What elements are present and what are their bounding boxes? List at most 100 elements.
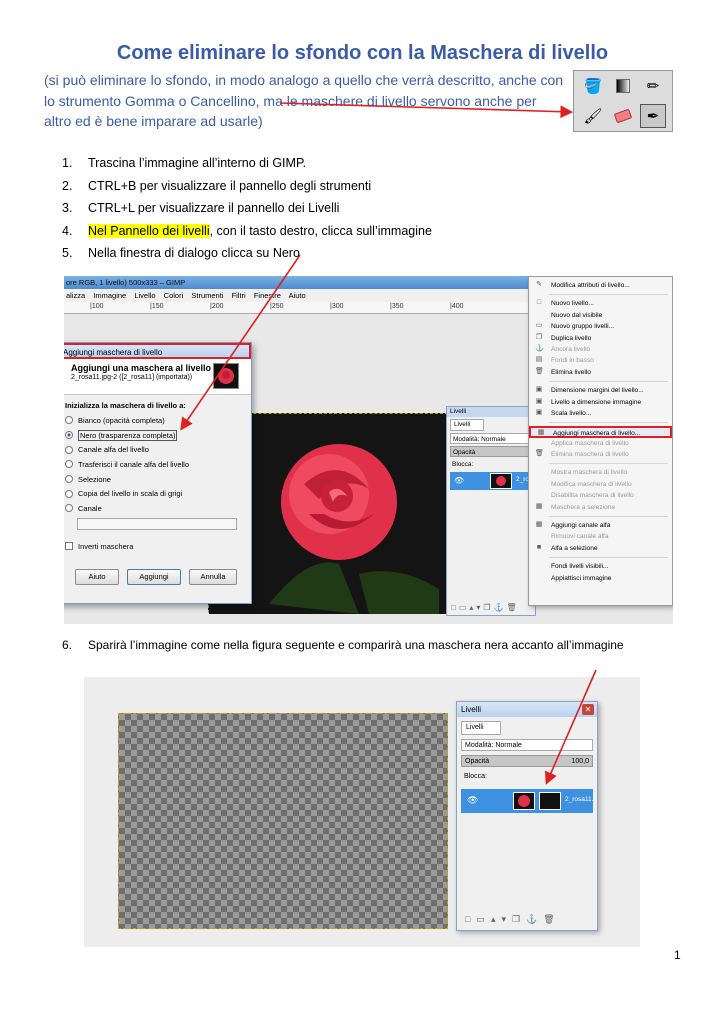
layers-panel-title: Livelli [447, 407, 535, 417]
layer-mask-thumbnail[interactable] [539, 792, 561, 810]
step-item: 2. CTRL+B per visualizzare il pannello de… [62, 175, 662, 198]
menu-item[interactable]: ▭ Nuovo gruppo livelli... [529, 321, 672, 332]
menu-separator [549, 378, 668, 383]
step-number: 6. [62, 638, 73, 652]
radio-channel[interactable]: Canale [65, 501, 251, 516]
menu-item[interactable]: 🗑 Elimina maschera di livello [529, 449, 672, 460]
menu-item[interactable]: ▣ Scala livello... [529, 408, 672, 419]
menu-item-icon: ▦ [535, 502, 543, 510]
ruler-tick: |150 [150, 303, 164, 310]
menu-item[interactable]: Livello [134, 291, 155, 300]
opacity-slider[interactable]: Opacità [450, 446, 532, 457]
layer-row[interactable]: 👁 2_rosa11. [461, 789, 593, 813]
menu-item-icon: ▭ [535, 322, 543, 330]
menu-item-add-layer-mask[interactable]: ▦ Aggiungi maschera di livello... [529, 426, 672, 438]
opacity-slider[interactable]: Opacità 100,0 [461, 755, 593, 767]
menu-item[interactable]: Mostra maschera di livello [529, 467, 672, 478]
menu-item-icon: ▣ [535, 408, 543, 416]
menu-item-label: Disabilita maschera di livello [551, 492, 634, 500]
step-item: 5. Nella finestra di dialogo clicca su Ne… [62, 242, 662, 265]
menu-item-label: Nuovo gruppo livelli... [551, 323, 615, 331]
radio-black[interactable]: Nero (trasparenza completa) [65, 428, 251, 443]
menu-item[interactable]: Rimuovi canale alfa [529, 531, 672, 542]
menu-item-label: Nuovo livello... [551, 300, 594, 308]
channel-select[interactable] [77, 517, 237, 530]
eye-icon[interactable]: 👁 [454, 476, 464, 485]
menu-item[interactable]: ⚓ Ancora livello [529, 344, 672, 355]
gimp-menubar: alizza Immagine Livello Colori Strumenti… [64, 289, 534, 302]
mode-select[interactable]: Modalità: Normale [450, 433, 532, 444]
transparent-canvas[interactable] [118, 713, 448, 929]
menu-item-label: Aggiungi canale alfa [551, 522, 611, 530]
menu-item-label: Applica maschera di livello [551, 439, 629, 447]
menu-item[interactable]: ▣ Livello a dimensione immagine [529, 397, 672, 408]
ruler-tick: |300 [330, 303, 344, 310]
menu-item-label: Rimuovi canale alfa [551, 533, 609, 541]
menu-item-label: Maschera a selezione [551, 503, 616, 511]
layer-context-menu: ✎ Modifica attributi di livello... □ Nuovo … [528, 276, 673, 606]
menu-item[interactable]: 🗑 Elimina livello [529, 367, 672, 378]
menu-separator [549, 554, 668, 559]
menu-item[interactable]: ▦ Aggiungi canale alfa [529, 520, 672, 531]
add-button[interactable]: Aggiungi [127, 569, 181, 585]
eye-icon[interactable]: 👁 [467, 795, 478, 806]
step-number: 3. [62, 201, 73, 216]
menu-item[interactable]: Colori [164, 291, 184, 300]
tab-layers[interactable]: Livelli [461, 721, 501, 735]
menu-item-label: Livello a dimensione immagine [551, 398, 642, 406]
menu-item[interactable]: Fondi livelli visibili... [529, 561, 672, 572]
ruler-tick: |200 [210, 303, 224, 310]
menu-item[interactable]: Strumenti [191, 291, 223, 300]
radio-white[interactable]: Bianco (opacità completa) [65, 413, 251, 428]
ruler-tick: |400 [450, 303, 464, 310]
menu-item[interactable]: Nuovo dal visibile [529, 310, 672, 321]
step-number: 5. [62, 246, 73, 261]
menu-item[interactable]: ▦ Maschera a selezione [529, 502, 672, 513]
menu-item-icon: ⚓ [535, 344, 544, 352]
menu-item-icon: ✎ [536, 281, 542, 288]
menu-item[interactable]: Applica maschera di livello [529, 438, 672, 449]
menu-item[interactable]: Disabilita maschera di livello [529, 490, 672, 501]
dialog-header: Aggiungi una maschera al livello 2_rosa1… [64, 359, 251, 395]
eraser-icon [610, 104, 636, 128]
gimp-screenshot-1: ore RGB, 1 livello) 500x333 – GIMP alizz… [64, 276, 673, 624]
menu-item[interactable]: ❐ Duplica livello [529, 333, 672, 344]
menu-item-icon: ❐ [535, 333, 543, 341]
radio-selection[interactable]: Selezione [65, 472, 251, 487]
close-icon[interactable]: ✕ [582, 704, 594, 715]
menu-item-label: Ancora livello [551, 345, 591, 353]
menu-item[interactable]: Filtri [232, 291, 246, 300]
menu-item[interactable]: Finestre [254, 291, 281, 300]
layer-row[interactable]: 👁 2_ros [450, 472, 532, 490]
menu-item[interactable]: ■ Alfa a selezione [529, 543, 672, 554]
menu-separator [549, 291, 668, 296]
ruler-tick: |350 [390, 303, 404, 310]
tab-layers[interactable]: Livelli [450, 419, 484, 431]
cancel-button[interactable]: Annulla [189, 569, 237, 585]
menu-item[interactable]: ✎ Modifica attributi di livello... [529, 280, 672, 291]
menu-item[interactable]: alizza [66, 291, 85, 300]
menu-item[interactable]: ▤ Fondi in basso [529, 355, 672, 366]
radio-transfer-alpha[interactable]: Trasferisci il canale alfa del livello [65, 457, 251, 472]
menu-item[interactable]: □ Nuovo livello... [529, 298, 672, 309]
ruler-tick: |100 [90, 303, 104, 310]
menu-item-label: Elimina livello [551, 368, 591, 376]
radio-alpha-channel[interactable]: Canale alfa del livello [65, 442, 251, 457]
layers-panel-title: Livelli [457, 702, 597, 717]
page-number: 1 [674, 948, 681, 962]
mode-select[interactable]: Modalità: Normale [461, 739, 593, 751]
invert-mask-checkbox[interactable]: Inverti maschera [65, 542, 251, 551]
menu-item[interactable]: Immagine [93, 291, 126, 300]
menu-item[interactable]: Aiuto [289, 291, 306, 300]
pencil-icon: ✏ [646, 78, 660, 95]
help-button[interactable]: Aiuto [75, 569, 119, 585]
menu-item[interactable]: Appiattisci immagine [529, 573, 672, 584]
step-text: , con il tasto destro, clicca sull’immag… [209, 223, 432, 238]
menu-item-icon: ▦ [537, 429, 545, 437]
menu-item[interactable]: ▣ Dimensione margini del livello... [529, 385, 672, 396]
step-text: CTRL+B per visualizzare il pannello degl… [88, 178, 372, 193]
highlighted-text: Nel Pannello dei livelli [88, 223, 210, 238]
radio-grayscale-copy[interactable]: Copia del livello in scala di grigi [65, 486, 251, 501]
menu-item[interactable]: Modifica maschera di livello [529, 479, 672, 490]
menu-item-label: Nuovo dal visibile [551, 311, 603, 319]
